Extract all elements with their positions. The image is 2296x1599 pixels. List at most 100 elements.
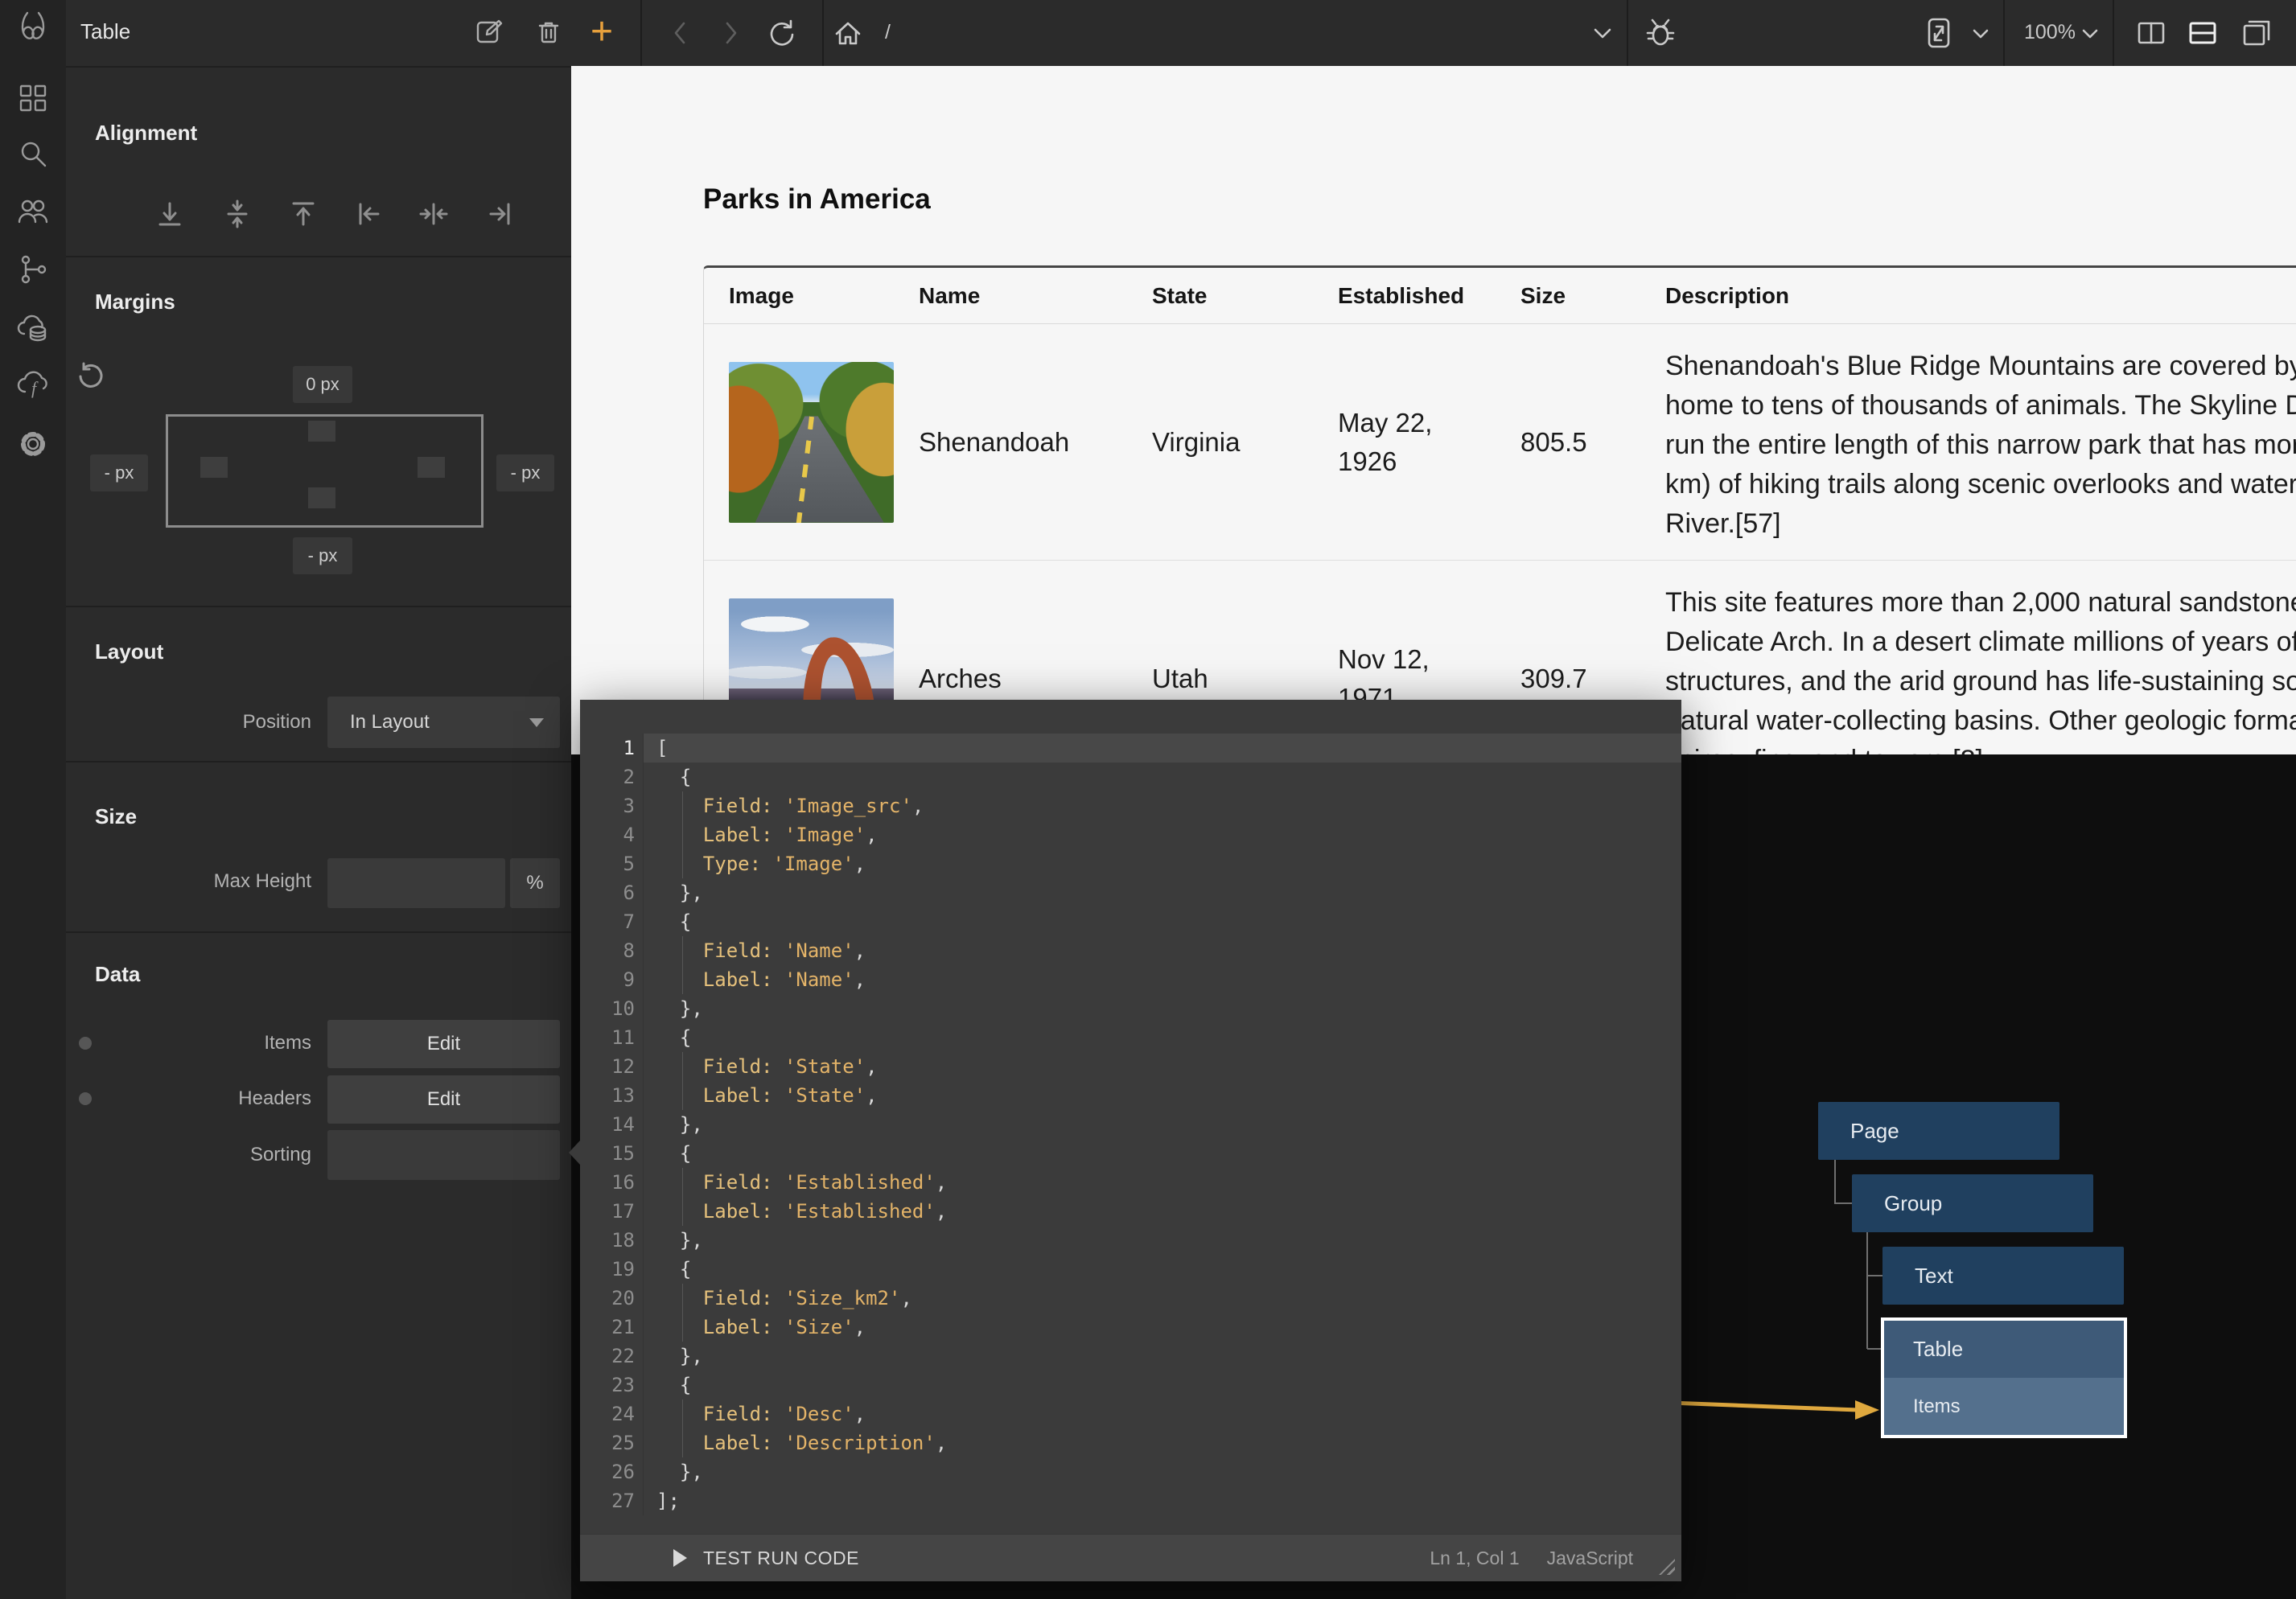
code-line[interactable]: 14 },: [580, 1110, 1681, 1139]
code-line[interactable]: 22 },: [580, 1342, 1681, 1371]
items-connector-dot[interactable]: [79, 1037, 92, 1050]
forward-icon[interactable]: [714, 17, 747, 49]
align-right-icon[interactable]: [485, 199, 514, 228]
code-line[interactable]: 18 },: [580, 1226, 1681, 1255]
split-rows-icon[interactable]: [2187, 17, 2219, 49]
align-left-icon[interactable]: [355, 199, 384, 228]
align-top-icon[interactable]: [289, 199, 318, 228]
code-line[interactable]: 25 Label: 'Description',: [580, 1428, 1681, 1457]
code-line[interactable]: 8 Field: 'Name',: [580, 936, 1681, 965]
margin-handle-right[interactable]: [418, 457, 445, 478]
zoom-level[interactable]: 100%: [2024, 21, 2076, 44]
data-wire: [1670, 1403, 1858, 1410]
align-bottom-icon[interactable]: [155, 199, 184, 228]
search-icon[interactable]: [17, 138, 49, 170]
home-icon[interactable]: [832, 17, 864, 49]
park-established: May 22,1926: [1338, 404, 1432, 481]
position-select[interactable]: In Layout: [327, 697, 560, 748]
branch-icon[interactable]: [17, 253, 49, 286]
code-text: {: [643, 1255, 1681, 1284]
code-line[interactable]: 10 },: [580, 994, 1681, 1023]
device-resize-icon[interactable]: [1923, 17, 1955, 49]
margin-left-field[interactable]: - px: [90, 454, 148, 491]
park-description: This site features more than 2,000 natur…: [1665, 583, 2296, 754]
code-line[interactable]: 26 },: [580, 1457, 1681, 1486]
new-tab-button[interactable]: +: [590, 10, 613, 55]
headers-connector-dot[interactable]: [79, 1092, 92, 1105]
line-number: 8: [580, 936, 643, 965]
zoom-chevron-down-icon[interactable]: [2074, 17, 2106, 49]
code-line[interactable]: 9 Label: 'Name',: [580, 965, 1681, 994]
code-text: },: [643, 1110, 1681, 1139]
resize-grip[interactable]: [1659, 1559, 1675, 1575]
code-text: },: [643, 1342, 1681, 1371]
code-line[interactable]: 6 },: [580, 878, 1681, 907]
rename-icon[interactable]: [475, 18, 504, 47]
device-chevron-down-icon[interactable]: [1965, 17, 1997, 49]
windows-icon[interactable]: [2240, 17, 2273, 49]
code-line[interactable]: 12 Field: 'State',: [580, 1052, 1681, 1081]
align-horizontal-center-icon[interactable]: [419, 199, 448, 228]
code-line[interactable]: 20 Field: 'Size_km2',: [580, 1284, 1681, 1313]
brand-logo-icon[interactable]: [17, 10, 49, 42]
popover-arrow: [569, 1141, 580, 1165]
margins-box: [166, 414, 483, 528]
margin-handle-bottom[interactable]: [308, 487, 335, 508]
col-state: State: [1152, 268, 1338, 323]
reload-icon[interactable]: [765, 17, 797, 49]
code-line[interactable]: 17 Label: 'Established',: [580, 1197, 1681, 1226]
items-label: Items: [183, 1032, 311, 1054]
code-line[interactable]: 16 Field: 'Established',: [580, 1168, 1681, 1197]
margin-right-field[interactable]: - px: [496, 454, 554, 491]
park-size: 805.5: [1520, 324, 1657, 560]
users-icon[interactable]: [17, 195, 49, 227]
split-columns-icon[interactable]: [2135, 17, 2167, 49]
code-line[interactable]: 13 Label: 'State',: [580, 1081, 1681, 1110]
url-path[interactable]: /: [885, 21, 891, 44]
language-label[interactable]: JavaScript: [1547, 1548, 1633, 1569]
settings-gear-icon[interactable]: [17, 428, 49, 460]
code-line[interactable]: 7 {: [580, 907, 1681, 936]
line-number: 21: [580, 1313, 643, 1342]
code-text: },: [643, 878, 1681, 907]
code-text: Field: 'Name',: [643, 936, 1681, 965]
blocks-icon[interactable]: [17, 82, 49, 114]
items-edit-button[interactable]: Edit: [327, 1020, 560, 1068]
layout-heading: Layout: [95, 639, 163, 664]
margin-handle-top[interactable]: [308, 421, 335, 442]
position-label: Position: [183, 711, 311, 734]
align-vertical-center-icon[interactable]: [223, 199, 252, 228]
code-line[interactable]: 15 {: [580, 1139, 1681, 1168]
reset-icon[interactable]: [76, 362, 105, 391]
debug-bug-icon[interactable]: [1644, 17, 1677, 49]
code-line[interactable]: 5 Type: 'Image',: [580, 849, 1681, 878]
code-line[interactable]: 3 Field: 'Image_src',: [580, 791, 1681, 820]
park-state: Virginia: [1152, 324, 1338, 560]
parks-table[interactable]: Image Name State Established Size Descri…: [703, 265, 2296, 754]
delete-icon[interactable]: [534, 18, 563, 47]
code-line[interactable]: 27 ];: [580, 1486, 1681, 1515]
sorting-input[interactable]: [327, 1130, 560, 1180]
code-line[interactable]: 11 {: [580, 1023, 1681, 1052]
indent-guide: [682, 1400, 683, 1428]
margin-bottom-field[interactable]: - px: [293, 537, 352, 574]
margin-top-field[interactable]: 0 px: [293, 366, 352, 403]
margin-handle-left[interactable]: [200, 457, 228, 478]
max-height-unit-button[interactable]: %: [510, 858, 560, 908]
code-line[interactable]: 24 Field: 'Desc',: [580, 1400, 1681, 1428]
code-area[interactable]: 1 [ 2 { 3 Field: 'Image_src', 4 Label: '…: [580, 700, 1681, 1535]
code-line[interactable]: 19 {: [580, 1255, 1681, 1284]
code-line[interactable]: 21 Label: 'Size',: [580, 1313, 1681, 1342]
indent-guide: [682, 849, 683, 878]
code-line[interactable]: 23 {: [580, 1371, 1681, 1400]
test-run-code-button[interactable]: TEST RUN CODE: [703, 1548, 859, 1569]
code-line[interactable]: 4 Label: 'Image',: [580, 820, 1681, 849]
cloud-data-icon[interactable]: [17, 312, 49, 344]
code-line[interactable]: 2 {: [580, 763, 1681, 791]
headers-edit-button[interactable]: Edit: [327, 1075, 560, 1124]
max-height-input[interactable]: [327, 858, 505, 908]
page-chevron-down-icon[interactable]: [1586, 17, 1619, 49]
back-icon[interactable]: [665, 17, 697, 49]
code-line[interactable]: 1 [: [580, 734, 1681, 763]
cloud-function-icon[interactable]: f: [17, 368, 49, 400]
